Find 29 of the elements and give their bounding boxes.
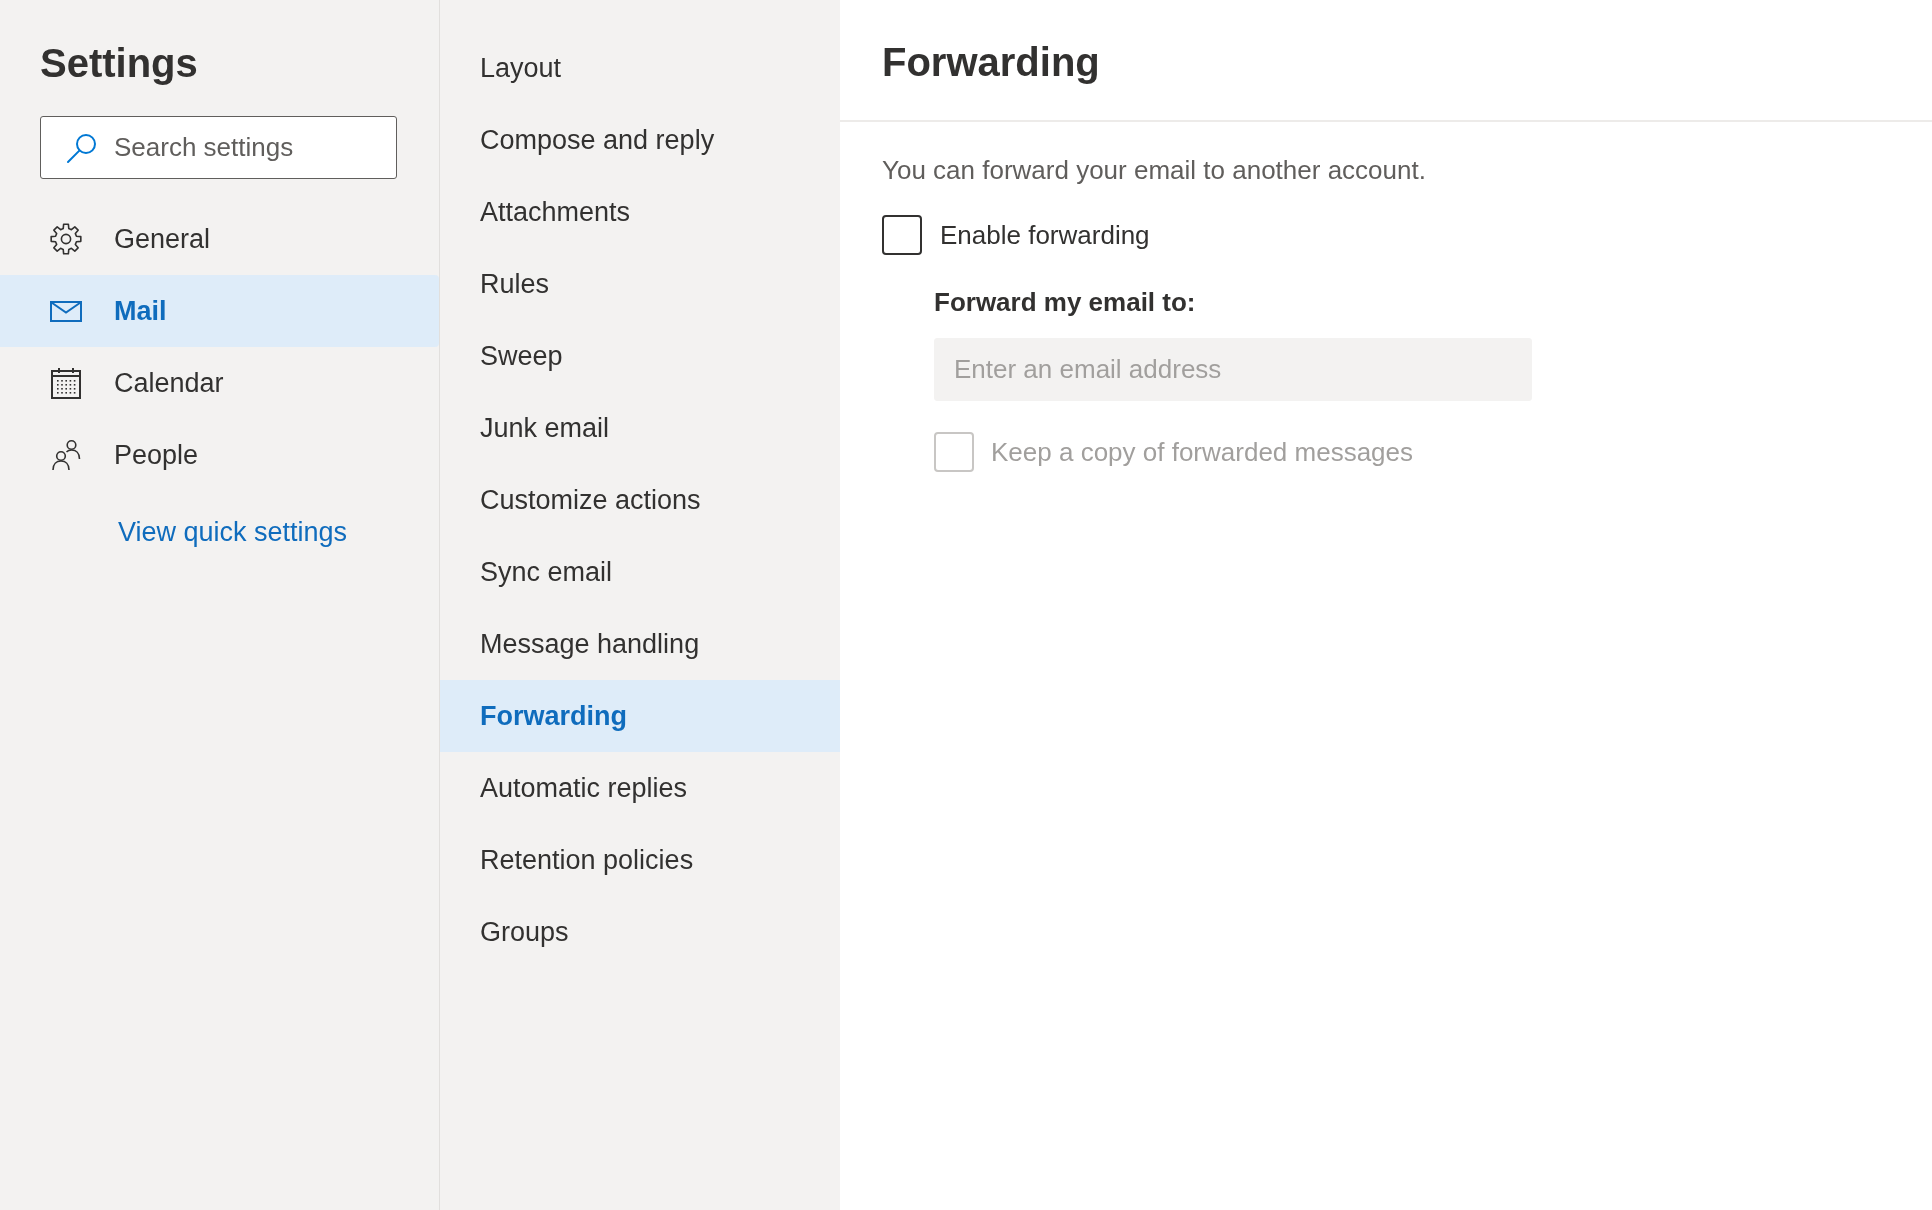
menu-item[interactable]: Automatic replies (440, 752, 840, 824)
menu-item[interactable]: Sweep (440, 320, 840, 392)
page-title: Forwarding (882, 39, 1100, 86)
calendar-icon (50, 367, 82, 399)
checkbox[interactable] (882, 215, 922, 255)
menu-item[interactable]: Rules (440, 248, 840, 320)
field-label: Forward my email to: (934, 286, 1196, 319)
settings-title: Settings (40, 40, 198, 87)
nav-item[interactable]: People (0, 419, 439, 491)
quick-settings-link[interactable]: View quick settings (118, 514, 348, 550)
people-icon (50, 439, 82, 471)
menu-item[interactable]: Compose and reply (440, 104, 840, 176)
menu-item[interactable]: Junk email (440, 392, 840, 464)
menu-item[interactable]: Forwarding (440, 680, 840, 752)
menu-item[interactable]: Retention policies (440, 824, 840, 896)
nav-item[interactable]: Mail (0, 275, 439, 347)
gear-icon (50, 223, 82, 255)
menu-item[interactable]: Sync email (440, 536, 840, 608)
menu-item[interactable]: Customize actions (440, 464, 840, 536)
search-field[interactable]: Search settings (40, 116, 397, 179)
checkbox-label[interactable]: Enable forwarding (940, 217, 1150, 253)
nav-item[interactable]: General (0, 203, 439, 275)
nav-item[interactable]: Calendar (0, 347, 439, 419)
menu-item[interactable]: Groups (440, 896, 840, 968)
menu-item[interactable]: Layout (440, 32, 840, 104)
menu-item[interactable]: Attachments (440, 176, 840, 248)
description-text: You can forward your email to another account. (882, 154, 1426, 187)
search-icon (66, 132, 98, 164)
menu-item[interactable]: Message handling (440, 608, 840, 680)
